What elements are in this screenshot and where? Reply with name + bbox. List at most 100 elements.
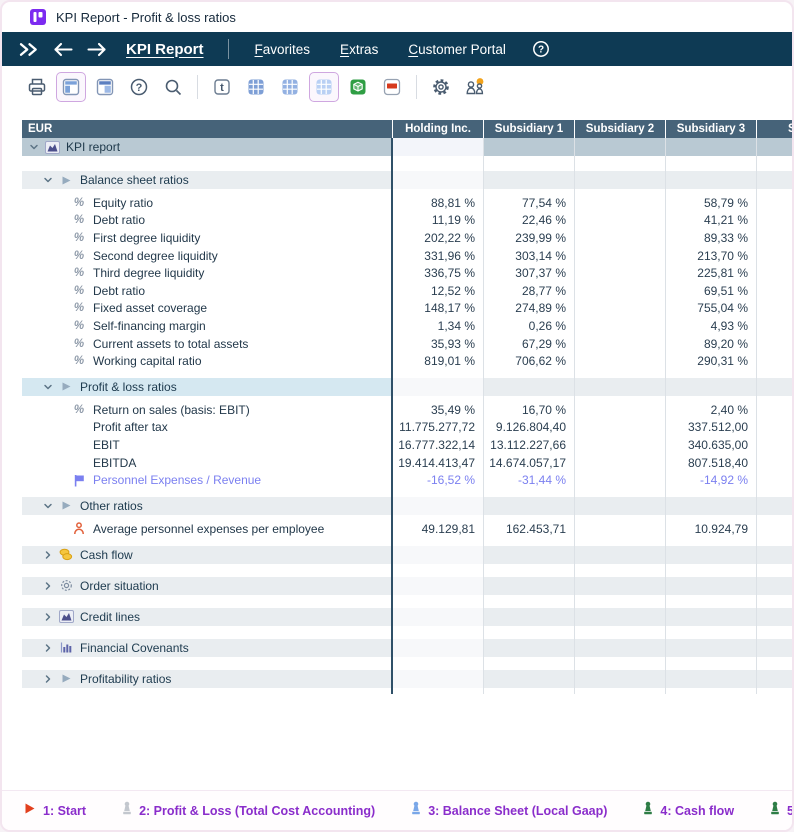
print-icon[interactable] <box>22 72 52 102</box>
value-cell[interactable] <box>575 608 665 626</box>
value-cell[interactable] <box>757 419 794 437</box>
value-cell[interactable] <box>575 138 665 156</box>
value-cell[interactable]: 337.512,00 <box>666 419 756 437</box>
tree-row-root[interactable]: KPI report <box>22 138 794 156</box>
value-cell[interactable] <box>666 639 756 657</box>
value-cell[interactable] <box>757 436 794 454</box>
value-cell[interactable] <box>757 300 794 318</box>
value-cell[interactable] <box>757 335 794 353</box>
tree-leaf-row[interactable]: %Working capital ratio819,01 %706,62 %29… <box>22 352 794 370</box>
value-cell[interactable] <box>666 546 756 564</box>
chevron-right-icon[interactable] <box>42 581 54 591</box>
value-cell[interactable]: 69,51 % <box>666 282 756 300</box>
value-cell[interactable] <box>575 317 665 335</box>
value-cell[interactable]: 16,70 % <box>484 401 574 419</box>
value-cell[interactable] <box>757 317 794 335</box>
value-cell[interactable]: 89,20 % <box>666 335 756 353</box>
users-alert-icon[interactable] <box>460 72 490 102</box>
text-cell-icon[interactable]: t <box>207 72 237 102</box>
value-cell[interactable] <box>575 352 665 370</box>
value-cell[interactable] <box>575 335 665 353</box>
back-arrow-icon[interactable] <box>50 36 76 62</box>
value-cell[interactable]: 11.775.277,72 <box>393 419 483 437</box>
grid-dense-icon[interactable] <box>241 72 271 102</box>
value-cell[interactable]: 9.126.804,40 <box>484 419 574 437</box>
search-icon[interactable] <box>158 72 188 102</box>
column-header-cell[interactable]: Holding Inc. <box>393 120 483 138</box>
value-cell[interactable]: 331,96 % <box>393 247 483 265</box>
layout-panel-alt-icon[interactable] <box>90 72 120 102</box>
value-cell[interactable]: 67,29 % <box>484 335 574 353</box>
value-cell[interactable] <box>575 171 665 189</box>
value-cell[interactable]: 11,19 % <box>393 212 483 230</box>
value-cell[interactable]: 225,81 % <box>666 264 756 282</box>
tree-leaf-row[interactable]: %Second degree liquidity331,96 %303,14 %… <box>22 247 794 265</box>
tree-section-row[interactable]: Cash flow <box>22 546 794 564</box>
column-header-cell[interactable]: Subsidiary 1 <box>484 120 574 138</box>
value-cell[interactable]: 706,62 % <box>484 352 574 370</box>
value-cell[interactable]: 340.635,00 <box>666 436 756 454</box>
value-cell[interactable]: 4,93 % <box>666 317 756 335</box>
page-link[interactable]: KPI Report <box>126 41 204 58</box>
value-cell[interactable] <box>393 577 483 595</box>
tree-leaf-row[interactable]: %Debt ratio11,19 %22,46 %41,21 % <box>22 212 794 230</box>
value-cell[interactable] <box>575 670 665 688</box>
value-cell[interactable] <box>484 608 574 626</box>
value-cell[interactable] <box>575 546 665 564</box>
tree-section-row[interactable]: Other ratios <box>22 497 794 515</box>
value-cell[interactable] <box>666 670 756 688</box>
tree-section-row[interactable]: Balance sheet ratios <box>22 171 794 189</box>
value-cell[interactable] <box>575 300 665 318</box>
value-cell[interactable] <box>393 138 483 156</box>
value-cell[interactable] <box>484 670 574 688</box>
value-cell[interactable]: 213,70 % <box>666 247 756 265</box>
value-cell[interactable]: 202,22 % <box>393 229 483 247</box>
tree-leaf-row[interactable]: %Self-financing margin1,34 %0,26 %4,93 % <box>22 317 794 335</box>
grid-medium-icon[interactable] <box>275 72 305 102</box>
value-cell[interactable] <box>757 670 794 688</box>
value-cell[interactable] <box>666 171 756 189</box>
value-cell[interactable]: 0,26 % <box>484 317 574 335</box>
value-cell[interactable]: 755,04 % <box>666 300 756 318</box>
value-cell[interactable] <box>757 639 794 657</box>
value-cell[interactable] <box>575 401 665 419</box>
value-cell[interactable] <box>484 138 574 156</box>
value-cell[interactable]: 35,93 % <box>393 335 483 353</box>
value-cell[interactable] <box>575 419 665 437</box>
value-cell[interactable] <box>575 282 665 300</box>
tree-leaf-row[interactable]: %First degree liquidity202,22 %239,99 %8… <box>22 229 794 247</box>
value-cell[interactable]: 22,46 % <box>484 212 574 230</box>
tree-section-row[interactable]: Credit lines <box>22 608 794 626</box>
tree-leaf-row[interactable]: Average personnel expenses per employee4… <box>22 520 794 538</box>
value-cell[interactable]: 16.777.322,14 <box>393 436 483 454</box>
value-cell[interactable] <box>484 577 574 595</box>
sheet-tab-4[interactable]: 4: Cash flow <box>643 801 734 820</box>
value-cell[interactable] <box>575 194 665 212</box>
value-cell[interactable] <box>575 497 665 515</box>
value-cell[interactable]: 162.453,71 <box>484 520 574 538</box>
red-cell-icon[interactable] <box>377 72 407 102</box>
tree-leaf-row[interactable]: EBITDA19.414.413,4714.674.057,17807.518,… <box>22 454 794 472</box>
value-cell[interactable]: 2,40 % <box>666 401 756 419</box>
value-cell[interactable] <box>575 247 665 265</box>
settings-gear-icon[interactable] <box>426 72 456 102</box>
value-cell[interactable] <box>575 378 665 396</box>
value-cell[interactable]: 13.112.227,66 <box>484 436 574 454</box>
value-cell[interactable] <box>484 546 574 564</box>
value-cell[interactable] <box>575 454 665 472</box>
value-cell[interactable]: 35,49 % <box>393 401 483 419</box>
value-cell[interactable]: 28,77 % <box>484 282 574 300</box>
grid-light-icon[interactable] <box>309 72 339 102</box>
sheet-tab-5[interactable]: 5: Cash flow (direct <box>770 801 792 820</box>
layout-panel-icon[interactable] <box>56 72 86 102</box>
value-cell[interactable]: 290,31 % <box>666 352 756 370</box>
value-cell[interactable] <box>757 194 794 212</box>
value-cell[interactable] <box>757 577 794 595</box>
value-cell[interactable] <box>666 378 756 396</box>
value-cell[interactable] <box>393 608 483 626</box>
tree-section-row[interactable]: Order situation <box>22 577 794 595</box>
value-cell[interactable] <box>757 378 794 396</box>
value-cell[interactable] <box>666 497 756 515</box>
tree-leaf-row[interactable]: %Fixed asset coverage148,17 %274,89 %755… <box>22 300 794 318</box>
value-cell[interactable] <box>484 497 574 515</box>
